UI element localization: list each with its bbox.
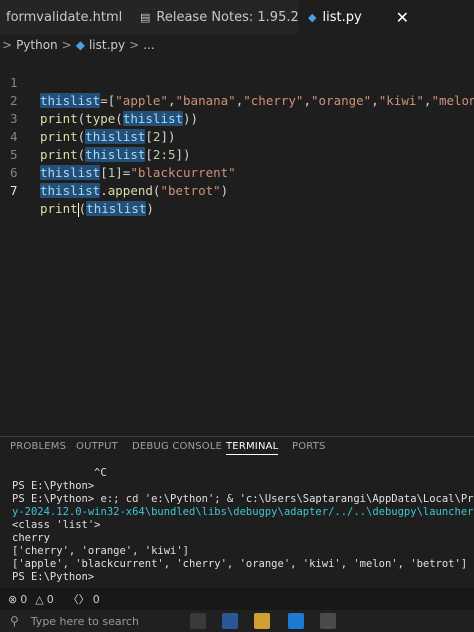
breadcrumb-folder[interactable]: Python bbox=[16, 38, 58, 52]
terminal-line: PS E:\Python> bbox=[12, 571, 95, 583]
terminal-line: cherry bbox=[12, 532, 50, 544]
bottom-panel: PROBLEMS OUTPUT DEBUG CONSOLE TERMINAL P… bbox=[0, 436, 474, 597]
tab-formvalidate[interactable]: formvalidate.html bbox=[6, 0, 122, 34]
tab-release-notes[interactable]: ▤ Release Notes: 1.95.2 bbox=[140, 0, 299, 34]
tab-label: formvalidate.html bbox=[6, 9, 123, 25]
tab-terminal[interactable]: TERMINAL bbox=[226, 441, 279, 455]
terminal-line: y-2024.12.0-win32-x64\bundled\libs\debug… bbox=[12, 506, 474, 518]
code-text: thislist.append("betrot") bbox=[40, 183, 229, 198]
chevron-right-icon: > bbox=[2, 38, 13, 52]
code-line[interactable]: 4 print(thislist[2:5]) bbox=[0, 110, 474, 162]
app-icon[interactable] bbox=[320, 613, 336, 629]
tab-label: Release Notes: 1.95.2 bbox=[156, 9, 299, 25]
code-line[interactable]: 1 thislist=["apple","banana","cherry","o… bbox=[0, 56, 474, 108]
terminal-line: PS E:\Python> e:; cd 'e:\Python'; & 'c:\… bbox=[12, 493, 474, 505]
line-number: 7 bbox=[10, 183, 18, 198]
terminal-line: <class 'list'> bbox=[12, 519, 101, 531]
app-icon[interactable] bbox=[288, 613, 304, 629]
breadcrumb-file[interactable]: list.py bbox=[89, 38, 125, 52]
chevron-right-icon: > bbox=[129, 38, 140, 52]
code-editor[interactable]: 1 thislist=["apple","banana","cherry","o… bbox=[0, 56, 474, 436]
error-count: 0 bbox=[20, 592, 28, 606]
tab-ports[interactable]: PORTS bbox=[292, 441, 326, 452]
search-icon[interactable]: ⚲ bbox=[10, 614, 19, 628]
editor-tab-bar: formvalidate.html ▤ Release Notes: 1.95.… bbox=[0, 0, 474, 34]
code-line[interactable]: 6 thislist.append("betrot") bbox=[0, 146, 474, 198]
app-icon[interactable] bbox=[190, 613, 206, 629]
ports-icon[interactable]: 〈〉 bbox=[68, 591, 90, 607]
terminal-output[interactable]: ^C PS E:\Python> PS E:\Python> e:; cd 'e… bbox=[0, 467, 474, 595]
app-icon[interactable] bbox=[222, 613, 238, 629]
document-icon: ▤ bbox=[140, 10, 151, 24]
warning-icon[interactable]: △ bbox=[35, 593, 43, 606]
breadcrumb: > Python > ◆ list.py > ... bbox=[0, 34, 474, 56]
ports-count: 0 bbox=[92, 592, 100, 606]
terminal-line: ['cherry', 'orange', 'kiwi'] bbox=[12, 545, 190, 557]
code-line[interactable]: 7 print(thislist) bbox=[0, 164, 474, 217]
panel-tabs: PROBLEMS OUTPUT DEBUG CONSOLE TERMINAL P… bbox=[0, 437, 474, 461]
code-line[interactable]: 3 print(thislist[2]) bbox=[0, 92, 474, 144]
status-bar: ⊗ 0 △ 0 〈〉 0 bbox=[0, 588, 474, 610]
tab-debug-console[interactable]: DEBUG CONSOLE bbox=[132, 441, 222, 452]
chevron-right-icon: > bbox=[61, 38, 72, 52]
tab-output[interactable]: OUTPUT bbox=[76, 441, 118, 452]
terminal-line: ['apple', 'blackcurrent', 'cherry', 'ora… bbox=[12, 558, 468, 570]
error-icon[interactable]: ⊗ bbox=[8, 593, 17, 606]
code-line[interactable]: 5 thislist[1]="blackcurrent" bbox=[0, 128, 474, 180]
close-icon[interactable]: ✕ bbox=[396, 8, 409, 27]
python-icon: ◆ bbox=[308, 10, 317, 24]
breadcrumb-symbol[interactable]: ... bbox=[143, 38, 154, 52]
code-line[interactable]: 2 print(type(thislist)) bbox=[0, 74, 474, 126]
taskbar-search-input[interactable]: Type here to search bbox=[31, 615, 139, 628]
terminal-line: ^C bbox=[94, 467, 107, 479]
python-icon: ◆ bbox=[75, 38, 85, 52]
taskbar: ⚲ Type here to search bbox=[0, 610, 474, 632]
tab-list-py[interactable]: ◆ list.py ✕ bbox=[298, 0, 474, 34]
tab-problems[interactable]: PROBLEMS bbox=[10, 441, 66, 452]
terminal-line: PS E:\Python> bbox=[12, 480, 95, 492]
tab-label: list.py bbox=[322, 9, 362, 25]
warning-count: 0 bbox=[46, 592, 54, 606]
text-cursor bbox=[77, 202, 79, 217]
code-text: print(thislist) bbox=[40, 201, 154, 217]
folder-icon[interactable] bbox=[254, 613, 270, 629]
